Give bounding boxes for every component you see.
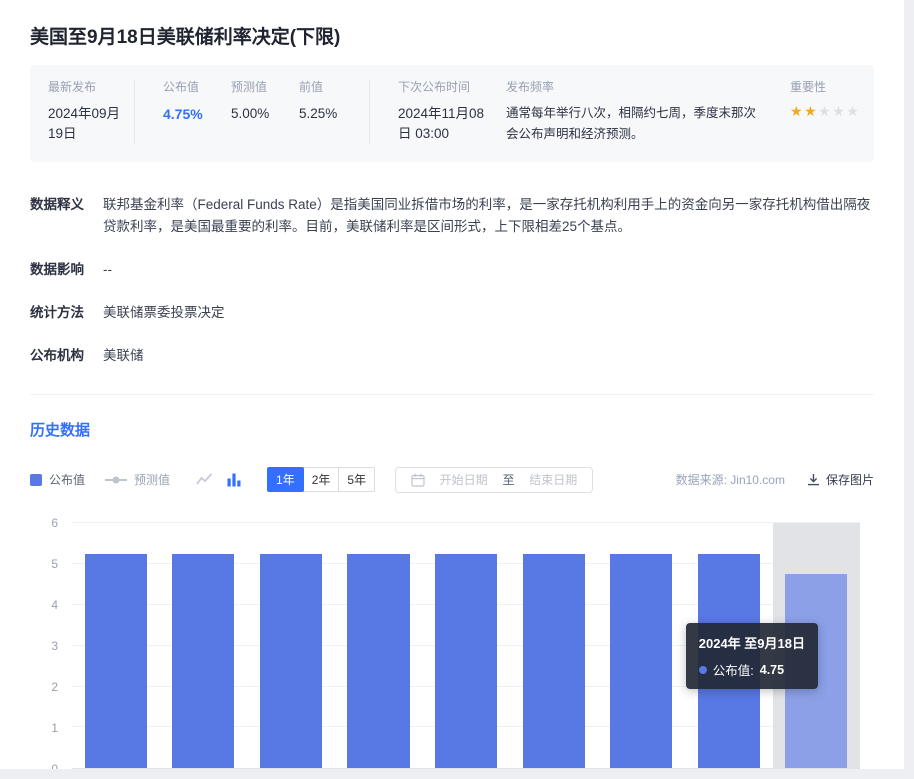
save-image-button[interactable]: 保存图片	[807, 471, 874, 488]
forecast-series-marker	[105, 479, 127, 481]
y-tick-label: 0	[51, 763, 58, 769]
forecast-series-dot	[113, 476, 120, 483]
latest-release-label: 最新发布	[48, 78, 134, 95]
save-image-label: 保存图片	[826, 471, 874, 488]
range-5y-button[interactable]: 5年	[338, 467, 375, 492]
star-empty-icon: ★	[846, 103, 860, 119]
bar-column-2[interactable]	[247, 523, 335, 768]
range-buttons: 1年 2年 5年	[267, 467, 375, 492]
forecast-label: 预测值	[231, 78, 299, 95]
bar[interactable]	[260, 554, 322, 768]
next-release-block: 下次公布时间 2024年11月08日 03:00	[370, 78, 492, 145]
method-value: 美联储票委投票决定	[103, 302, 225, 325]
indicator-detail-card: 美国至9月18日美联储利率决定(下限) 最新发布 2024年09月19日 公布值…	[0, 0, 904, 769]
frequency-label: 发布频率	[506, 78, 764, 95]
bar[interactable]	[347, 554, 409, 768]
bar[interactable]	[610, 554, 672, 768]
star-empty-icon: ★	[832, 103, 846, 119]
bar[interactable]	[85, 554, 147, 768]
impact-label: 数据影响	[30, 259, 103, 282]
next-release-value: 2024年11月08日 03:00	[398, 104, 492, 145]
detail-row-interpretation: 数据释义 联邦基金利率（Federal Funds Rate）是指美国同业拆借市…	[30, 194, 874, 240]
frequency-value: 通常每年举行八次，相隔约七周，季度末那次会公布声明和经济预测。	[506, 103, 764, 146]
star-empty-icon: ★	[818, 103, 832, 119]
bar-column-0[interactable]	[72, 523, 160, 768]
forecast-value: 5.00%	[231, 104, 299, 124]
interpretation-label: 数据释义	[30, 194, 103, 240]
legend-forecast[interactable]: 预测值	[105, 471, 170, 488]
method-label: 统计方法	[30, 302, 103, 325]
bar-column-1[interactable]	[160, 523, 248, 768]
latest-release-value: 2024年09月19日	[48, 104, 134, 145]
actual-value-block: 公布值 4.75%	[135, 78, 231, 125]
importance-stars: ★★★★★	[790, 103, 860, 120]
actual-label: 公布值	[163, 78, 231, 95]
date-range-picker[interactable]: 开始日期 至 结束日期	[395, 467, 593, 493]
range-1y-button[interactable]: 1年	[267, 467, 304, 492]
actual-series-marker	[30, 474, 42, 486]
y-tick-label: 5	[51, 558, 58, 570]
tooltip-series-label: 公布值:	[713, 660, 754, 679]
bar-column-3[interactable]	[335, 523, 423, 768]
bar-column-5[interactable]	[510, 523, 598, 768]
next-release-label: 下次公布时间	[398, 78, 492, 95]
agency-label: 公布机构	[30, 345, 103, 368]
forecast-value-block: 预测值 5.00%	[231, 78, 299, 124]
frequency-block: 发布频率 通常每年举行八次，相隔约七周，季度末那次会公布声明和经济预测。	[492, 78, 764, 146]
bar-column-6[interactable]	[597, 523, 685, 768]
tooltip-row: 公布值: 4.75	[699, 660, 805, 679]
y-tick-label: 4	[51, 599, 58, 611]
importance-block: 重要性 ★★★★★	[764, 78, 860, 120]
detail-row-agency: 公布机构 美联储	[30, 345, 874, 368]
y-axis: 0123456	[30, 523, 64, 769]
legend-actual[interactable]: 公布值	[30, 471, 85, 488]
previous-value: 5.25%	[299, 104, 369, 124]
latest-release-block: 最新发布 2024年09月19日	[30, 78, 134, 145]
page-title: 美国至9月18日美联储利率决定(下限)	[0, 0, 904, 65]
bar[interactable]	[172, 554, 234, 768]
previous-label: 前值	[299, 78, 369, 95]
range-2y-button[interactable]: 2年	[303, 467, 340, 492]
previous-value-block: 前值 5.25%	[299, 78, 369, 124]
date-range-separator: 至	[502, 471, 514, 488]
bar-column-4[interactable]	[422, 523, 510, 768]
legend-forecast-label: 预测值	[134, 471, 170, 488]
end-date-input[interactable]: 结束日期	[529, 471, 577, 488]
history-section-title[interactable]: 历史数据	[0, 419, 90, 440]
importance-label: 重要性	[790, 78, 860, 95]
rate-history-chart[interactable]: 0123456 2023年 至9月20日2023年 至12月13日2024年 至…	[30, 513, 874, 769]
summary-panel: 最新发布 2024年09月19日 公布值 4.75% 预测值 5.00% 前值 …	[30, 65, 874, 162]
y-tick-label: 2	[51, 681, 58, 693]
detail-row-impact: 数据影响 --	[30, 259, 874, 282]
y-tick-label: 3	[51, 640, 58, 652]
section-divider	[30, 394, 874, 395]
legend-actual-label: 公布值	[49, 471, 85, 488]
line-chart-icon[interactable]	[196, 472, 213, 487]
download-icon	[807, 473, 820, 486]
start-date-input[interactable]: 开始日期	[440, 471, 488, 488]
chart-toolbar: 公布值 预测值 1年 2年 5年 开始日期 至 结束日期 数据来源: Jin10…	[30, 466, 874, 493]
detail-row-method: 统计方法 美联储票委投票决定	[30, 302, 874, 325]
calendar-icon	[411, 473, 425, 487]
bar[interactable]	[435, 554, 497, 768]
bar-chart-icon[interactable]	[227, 472, 241, 487]
impact-value: --	[103, 259, 112, 282]
chart-tooltip: 2024年 至9月18日 公布值: 4.75	[686, 623, 818, 689]
star-filled-icon: ★	[804, 103, 818, 119]
tooltip-series-dot	[699, 666, 707, 674]
tooltip-value: 4.75	[760, 663, 784, 677]
y-tick-label: 1	[51, 722, 58, 734]
bar[interactable]	[523, 554, 585, 768]
agency-value: 美联储	[103, 345, 144, 368]
y-tick-label: 6	[51, 517, 58, 529]
tooltip-title: 2024年 至9月18日	[699, 633, 805, 652]
actual-value: 4.75%	[163, 104, 231, 125]
details-section: 数据释义 联邦基金利率（Federal Funds Rate）是指美国同业拆借市…	[30, 194, 874, 369]
star-filled-icon: ★	[790, 103, 804, 119]
interpretation-value: 联邦基金利率（Federal Funds Rate）是指美国同业拆借市场的利率，…	[103, 194, 874, 240]
data-source-text: 数据来源: Jin10.com	[676, 471, 785, 488]
